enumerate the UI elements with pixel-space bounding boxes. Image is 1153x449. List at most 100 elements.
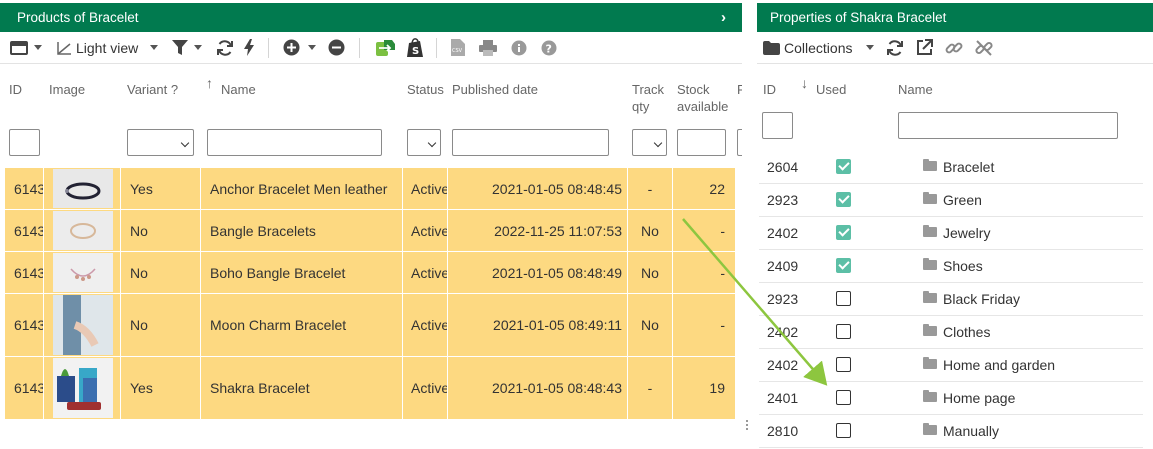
- list-item[interactable]: 2810 Manually: [759, 414, 1143, 448]
- collections-dropdown[interactable]: Collections: [763, 36, 875, 60]
- table-row[interactable]: 6143 No Bangle Bracelets Active 2022-11-25 1…: [5, 210, 735, 252]
- filter-published-input[interactable]: [452, 129, 609, 156]
- chevron-right-icon[interactable]: ›: [721, 3, 726, 32]
- cell-id: 6143: [14, 222, 43, 239]
- cell-name: Jewelry: [943, 225, 991, 241]
- col-header-variant[interactable]: Variant ?: [127, 81, 178, 98]
- filter-stock-input[interactable]: [677, 129, 726, 156]
- filter-id-input[interactable]: [9, 129, 40, 156]
- list-item[interactable]: 2604 Bracelet: [759, 150, 1143, 184]
- print-icon[interactable]: [479, 36, 498, 60]
- cell-stock: -: [720, 317, 725, 333]
- chevron-down-icon[interactable]: [308, 45, 317, 50]
- product-thumbnail[interactable]: [53, 295, 113, 355]
- checkbox-unchecked[interactable]: [836, 291, 851, 306]
- list-item[interactable]: 2402 Clothes: [759, 315, 1143, 349]
- folder-icon: [923, 225, 937, 237]
- filter-icon: [172, 40, 189, 55]
- shopify-icon[interactable]: S: [406, 36, 424, 60]
- column-divider: [43, 210, 44, 251]
- column-divider: [43, 168, 44, 209]
- list-item[interactable]: 2409 Shoes: [759, 249, 1143, 283]
- chevron-down-icon[interactable]: [194, 45, 203, 50]
- grid-icon[interactable]: [10, 36, 42, 60]
- add-icon[interactable]: [283, 36, 317, 60]
- cell-id: 2402: [767, 225, 799, 241]
- remove-icon[interactable]: [328, 36, 345, 60]
- col-header-id[interactable]: ID: [763, 81, 776, 98]
- filter-button[interactable]: [172, 36, 203, 60]
- cell-name: Moon Charm Bracelet: [210, 317, 347, 333]
- col-header-more[interactable]: P: [737, 81, 742, 98]
- filter-name-input[interactable]: [898, 112, 1118, 139]
- cell-name: Home and garden: [943, 357, 1056, 373]
- external-link-icon[interactable]: [916, 36, 934, 60]
- list-item[interactable]: 2923 Green: [759, 183, 1143, 217]
- flash-icon[interactable]: [244, 36, 255, 60]
- checkbox-checked[interactable]: [836, 258, 851, 273]
- col-header-stock-line2: available: [677, 99, 729, 114]
- checkbox-unchecked[interactable]: [836, 423, 851, 438]
- filter-id-input[interactable]: [762, 112, 793, 139]
- help-icon[interactable]: ?: [541, 36, 557, 60]
- list-item[interactable]: 2401 Home page: [759, 381, 1143, 415]
- table-row[interactable]: 6143 Yes Anchor Bracelet Men leather Active…: [5, 168, 735, 210]
- info-icon[interactable]: [511, 36, 527, 60]
- filter-name-input[interactable]: [207, 129, 382, 156]
- refresh-icon[interactable]: [886, 36, 904, 60]
- checkbox-checked[interactable]: [836, 159, 851, 174]
- checkbox-unchecked[interactable]: [836, 357, 851, 372]
- col-header-track[interactable]: Track qty: [632, 81, 664, 115]
- filter-status-select[interactable]: [407, 129, 441, 156]
- list-item[interactable]: 2402 Jewelry: [759, 216, 1143, 250]
- cell-status: Active: [411, 222, 447, 239]
- cell-variant: Yes: [130, 180, 153, 197]
- chevron-down-icon[interactable]: [34, 45, 42, 50]
- unlink-icon[interactable]: [975, 36, 994, 60]
- chevron-down-icon[interactable]: [150, 45, 159, 50]
- checkbox-checked[interactable]: [836, 192, 851, 207]
- cell-id: 2402: [767, 324, 799, 340]
- col-header-used[interactable]: Used: [816, 81, 846, 98]
- csv-icon[interactable]: CSV: [451, 36, 466, 60]
- cell-id: 2409: [767, 258, 799, 274]
- product-thumbnail[interactable]: [53, 253, 113, 292]
- filter-variant-select[interactable]: [127, 129, 194, 156]
- table-row[interactable]: 6143 No Boho Bangle Bracelet Active 2021-01-…: [5, 252, 735, 294]
- checkbox-unchecked[interactable]: [836, 324, 851, 339]
- table-row[interactable]: 6143 No Moon Charm Bracelet Active 2021-01-0…: [5, 294, 735, 357]
- product-thumbnail[interactable]: [53, 211, 113, 250]
- collections-label: Collections: [784, 39, 853, 56]
- sync-icon[interactable]: [374, 36, 396, 60]
- checkbox-unchecked[interactable]: [836, 390, 851, 405]
- col-header-name[interactable]: Name: [221, 81, 256, 98]
- cell-track: No: [641, 317, 659, 333]
- cell-name: Bangle Bracelets: [210, 222, 316, 239]
- col-header-name[interactable]: Name: [898, 81, 933, 98]
- folder-icon: [923, 159, 937, 171]
- filter-more-input[interactable]: [737, 129, 742, 156]
- cell-id: 6143: [14, 317, 43, 333]
- cell-name: Shoes: [943, 258, 983, 274]
- list-item[interactable]: 2923 Black Friday: [759, 282, 1143, 316]
- panel-splitter[interactable]: [746, 420, 748, 430]
- cell-status: Active: [411, 380, 447, 396]
- checkbox-checked[interactable]: [836, 225, 851, 240]
- light-view-dropdown[interactable]: Light view: [56, 36, 159, 60]
- col-header-status[interactable]: Status: [407, 81, 444, 98]
- col-header-image[interactable]: Image: [49, 81, 85, 98]
- link-icon[interactable]: [945, 36, 963, 60]
- col-header-published[interactable]: Published date: [452, 81, 538, 98]
- chevron-down-icon[interactable]: [866, 45, 875, 50]
- product-thumbnail[interactable]: [53, 169, 113, 208]
- col-header-id[interactable]: ID: [9, 81, 22, 98]
- refresh-icon[interactable]: [216, 36, 234, 60]
- cell-status: Active: [411, 317, 447, 333]
- cell-track: -: [647, 180, 653, 197]
- col-header-stock[interactable]: Stock available: [677, 81, 728, 115]
- cell-name: Boho Bangle Bracelet: [210, 264, 346, 281]
- filter-track-select[interactable]: [632, 129, 667, 156]
- list-item[interactable]: 2402 Home and garden: [759, 348, 1143, 382]
- table-row[interactable]: 6143 Yes Shakra Bracelet Active 2021-01-05 0…: [5, 357, 735, 420]
- product-thumbnail[interactable]: [53, 358, 113, 418]
